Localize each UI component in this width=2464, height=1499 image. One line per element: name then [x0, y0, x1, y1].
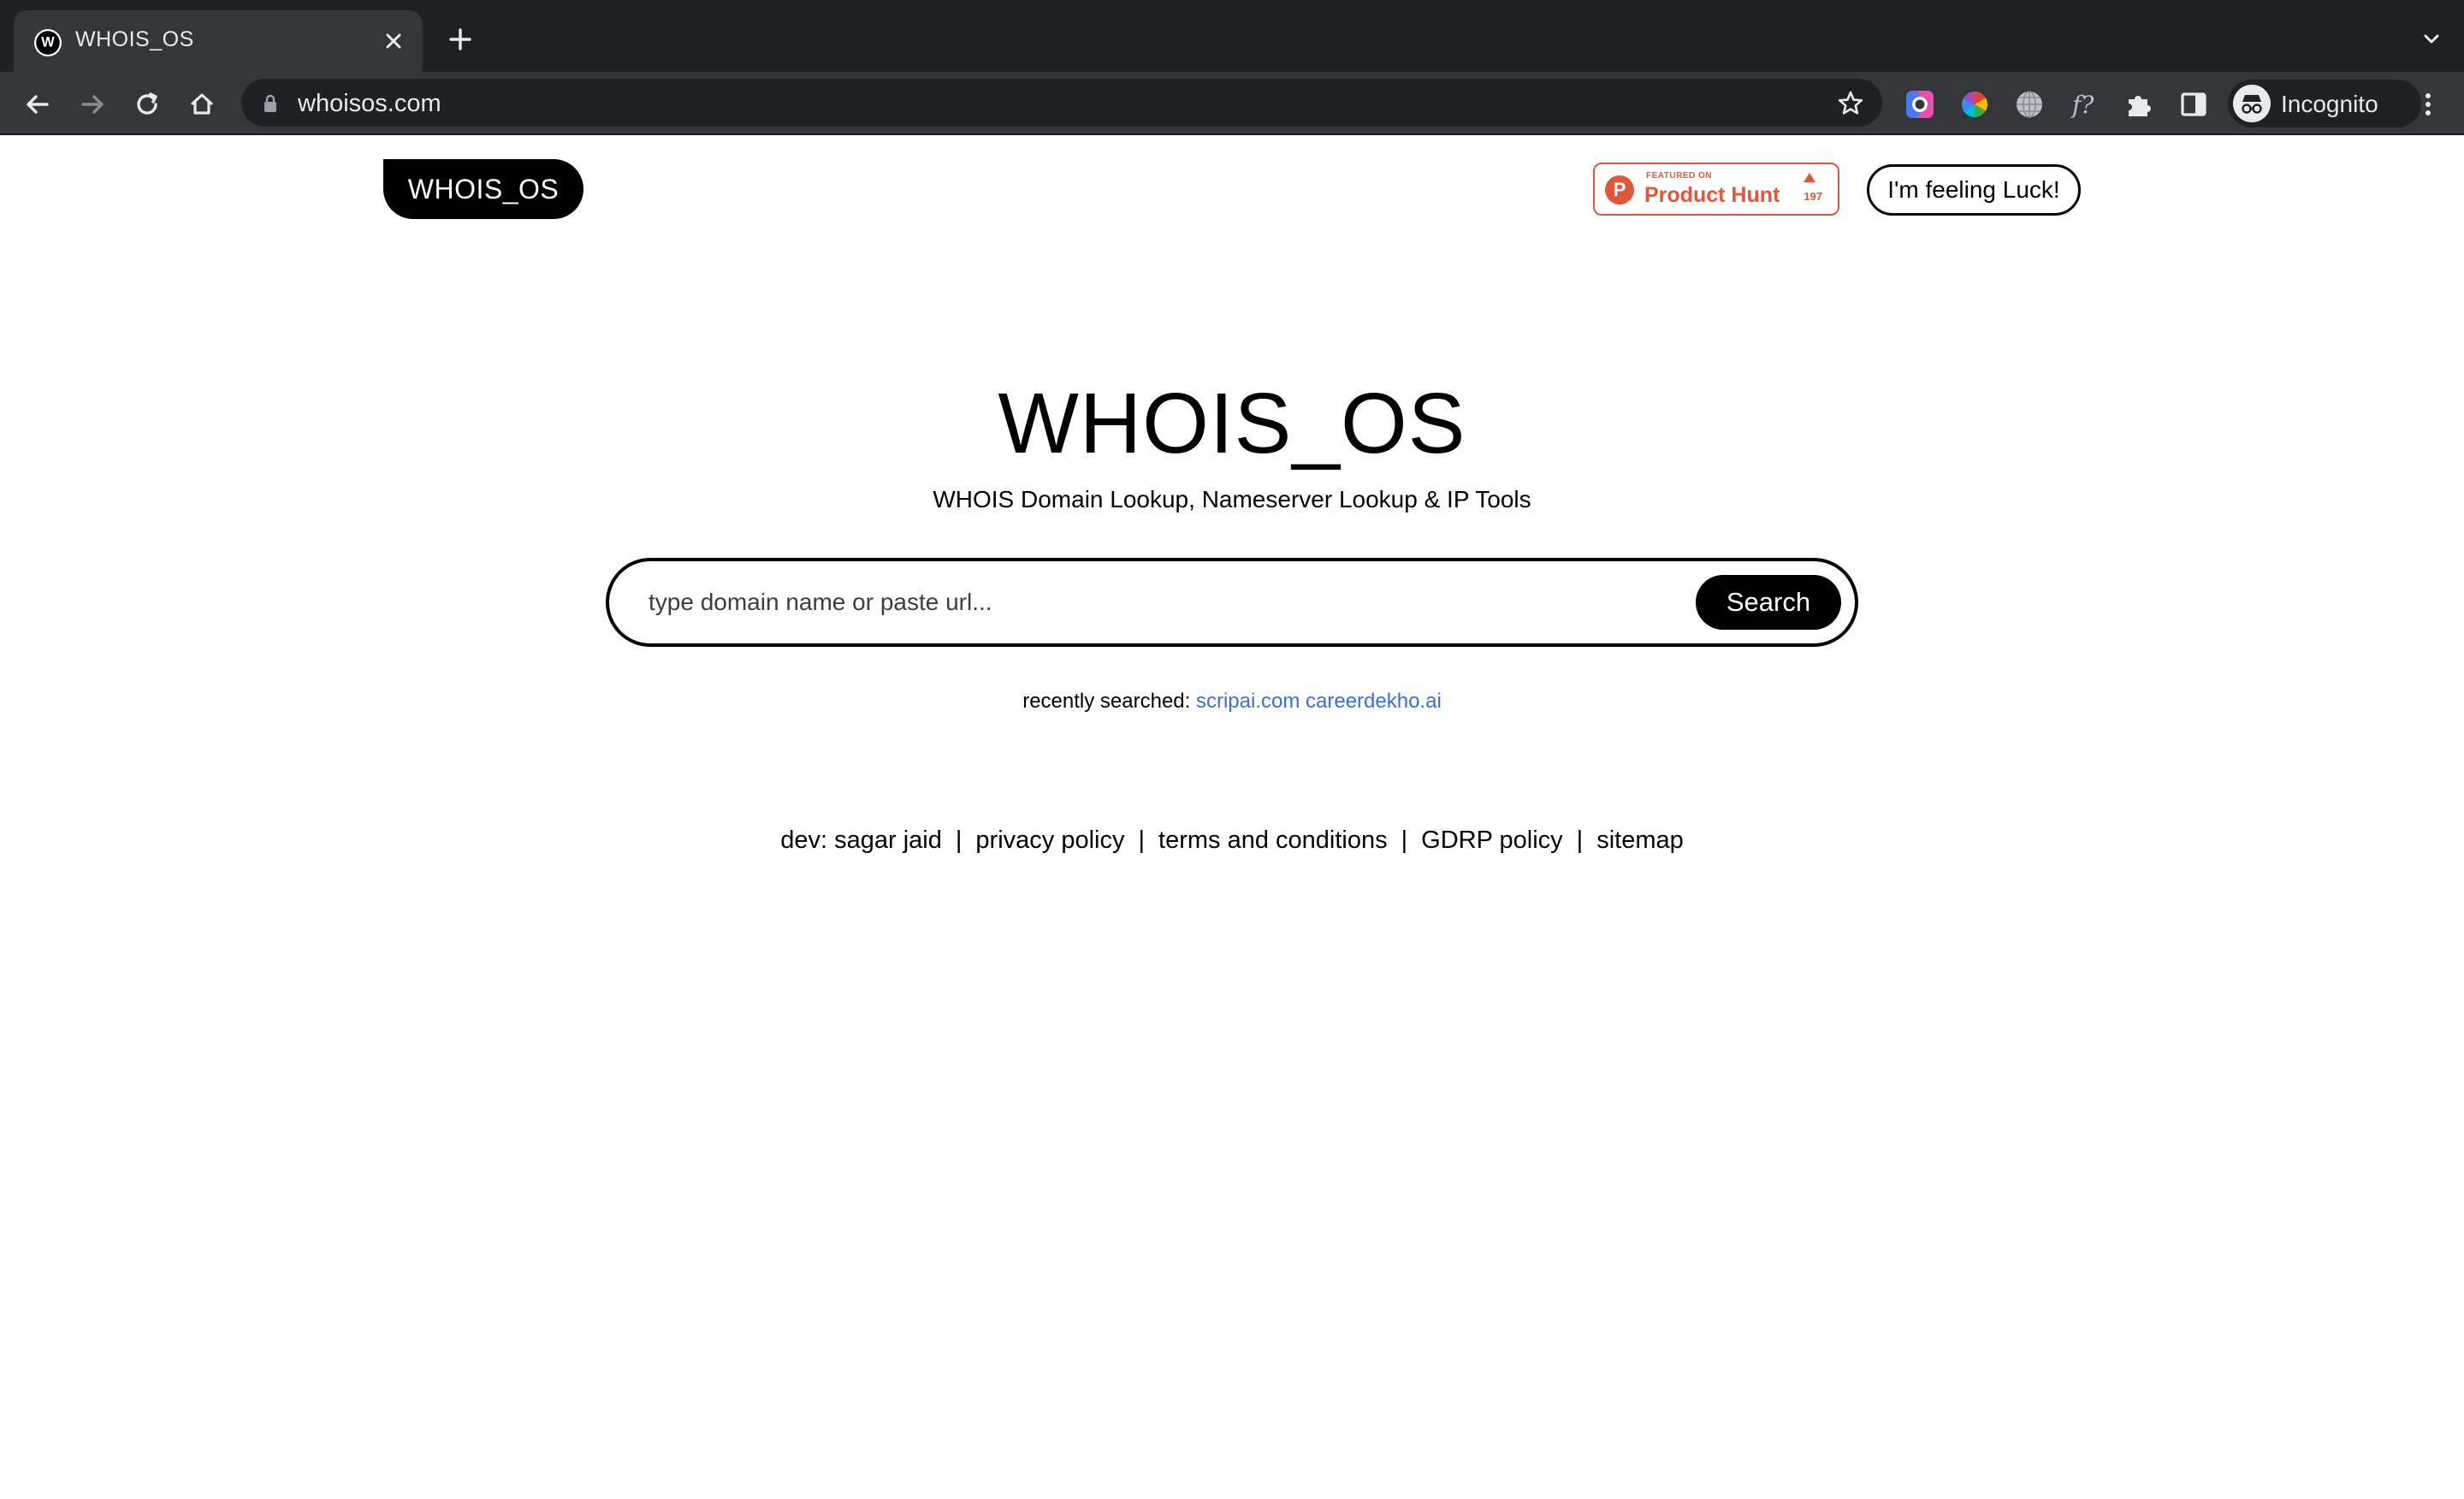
product-hunt-icon: P: [1605, 175, 1634, 204]
plus-icon[interactable]: [445, 24, 476, 55]
back-icon[interactable]: [21, 87, 55, 121]
ph-vote-count: 197: [1804, 190, 1822, 203]
recent-label: recently searched:: [1022, 690, 1191, 713]
footer-separator: |: [1576, 827, 1584, 854]
search-form: Search: [606, 558, 1858, 647]
url-text: whoisos.com: [298, 90, 441, 117]
search-input[interactable]: [649, 580, 1658, 625]
site-logo[interactable]: WHOIS_OS: [383, 159, 583, 219]
page-subtitle: WHOIS Domain Lookup, Nameserver Lookup &…: [933, 486, 1531, 513]
close-icon[interactable]: [378, 26, 409, 56]
footer-link-gdrp[interactable]: GDRP policy: [1421, 827, 1562, 854]
recent-link-scripai[interactable]: scripai.com: [1196, 690, 1300, 713]
profile-button[interactable]: Incognito: [2228, 80, 2421, 127]
forward-icon[interactable]: [75, 87, 110, 121]
recent-link-careerdekho[interactable]: careerdekho.ai: [1306, 690, 1442, 713]
footer-separator: |: [1138, 827, 1146, 854]
tab-title: WHOIS_OS: [75, 27, 194, 51]
footer-separator: |: [1401, 827, 1408, 854]
profile-label: Incognito: [2281, 91, 2378, 117]
address-bar[interactable]: whoisos.com: [241, 79, 1882, 127]
recently-searched: recently searched: scripai.com careerdek…: [0, 690, 2464, 714]
feeling-lucky-button[interactable]: I'm feeling Luck!: [1867, 164, 2081, 216]
footer-link-terms[interactable]: terms and conditions: [1158, 827, 1388, 854]
footer-links: dev: sagar jaid | privacy policy | terms and…: [0, 827, 2464, 855]
star-icon[interactable]: [1836, 89, 1865, 118]
reload-icon[interactable]: [130, 87, 164, 121]
extension-globe-icon[interactable]: [2012, 87, 2046, 121]
kebab-menu-icon[interactable]: [2413, 89, 2443, 120]
footer-separator: |: [955, 827, 962, 854]
tab-strip: W WHOIS_OS: [0, 0, 2464, 72]
home-icon[interactable]: [185, 87, 219, 121]
extension-color-icon[interactable]: [1903, 87, 1937, 121]
puzzle-icon[interactable]: [2122, 87, 2156, 121]
extension-palette-icon[interactable]: [1958, 87, 1992, 121]
ph-featured-label: FEATURED ON: [1646, 171, 1712, 181]
footer-link-dev[interactable]: dev: sagar jaid: [780, 827, 942, 854]
lock-icon[interactable]: [262, 94, 279, 113]
svg-text:f?: f?: [2070, 91, 2094, 119]
chevron-down-icon[interactable]: [2420, 27, 2443, 51]
upvote-arrow-icon: [1804, 173, 1815, 182]
footer-link-sitemap[interactable]: sitemap: [1596, 827, 1684, 854]
footer-link-privacy[interactable]: privacy policy: [975, 827, 1124, 854]
side-panel-icon[interactable]: [2177, 87, 2211, 121]
page-title: WHOIS_OS: [998, 376, 1466, 471]
incognito-icon: [2233, 85, 2271, 122]
favicon: W: [34, 29, 62, 56]
browser-tab[interactable]: W WHOIS_OS: [14, 10, 423, 72]
page-content: WHOIS_OS P FEATURED ON Product Hunt 197 …: [0, 135, 2464, 1499]
extension-font-icon[interactable]: f?: [2067, 87, 2101, 121]
product-hunt-badge[interactable]: P FEATURED ON Product Hunt 197: [1593, 163, 1839, 216]
browser-toolbar: whoisos.com f? Incognito: [0, 72, 2464, 135]
ph-name: Product Hunt: [1644, 183, 1780, 207]
search-button[interactable]: Search: [1696, 575, 1841, 630]
